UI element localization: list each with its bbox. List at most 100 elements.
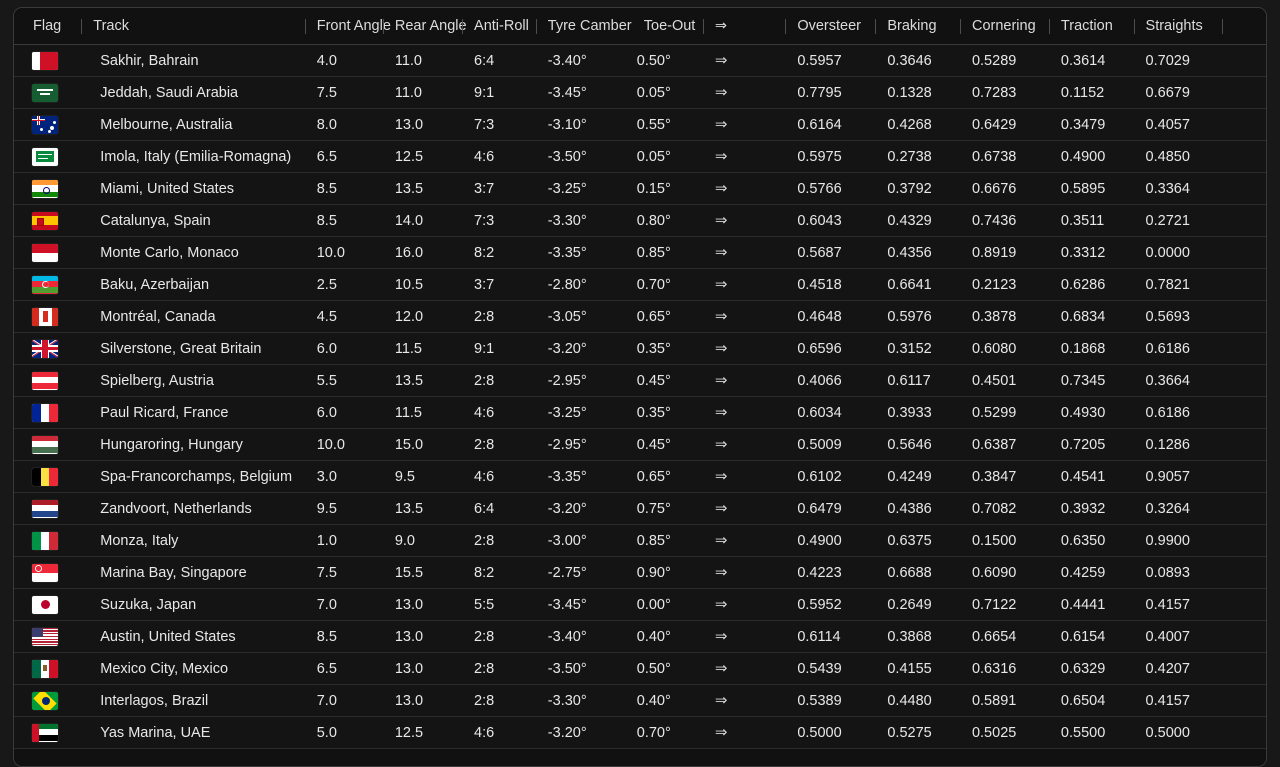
straights-value: 0.4157 (1145, 596, 1190, 613)
column-header-arrow[interactable]: ⇒ (702, 8, 786, 45)
table-row[interactable]: Zandvoort, Netherlands 9.5 13.5 6:4 -3.20° 0.… (14, 492, 1266, 525)
track-name: Interlagos, Brazil (100, 692, 209, 709)
column-header-label: Rear Angle (394, 18, 467, 34)
column-header-cornering[interactable]: Cornering (959, 8, 1049, 45)
cell-track: Paul Ricard, France (81, 396, 305, 429)
toe-value: 0.40° (636, 692, 671, 709)
table-row[interactable]: Baku, Azerbaijan 2.5 10.5 3:7 -2.80° 0.70° ⇒ 0.… (14, 268, 1266, 301)
cell-traction: 0.6329 (1048, 652, 1134, 685)
oversteer-value: 0.6043 (797, 212, 842, 229)
table-row[interactable]: Catalunya, Spain 8.5 14.0 7:3 -3.30° 0.80° ⇒ 0.… (14, 204, 1266, 237)
table-row[interactable]: Yas Marina, UAE 5.0 12.5 4:6 -3.20° 0.70° ⇒ 0.5… (14, 716, 1266, 749)
traction-value: 0.6834 (1060, 308, 1106, 325)
cell-arrow: ⇒ (702, 620, 786, 653)
cell-toe: 0.90° (624, 556, 703, 589)
anti-value: 2:8 (474, 372, 495, 389)
column-header-braking[interactable]: Braking (875, 8, 960, 45)
column-header-track[interactable]: Track (81, 8, 305, 45)
braking-value: 0.4356 (887, 244, 932, 261)
camber-value: -3.25° (547, 404, 587, 421)
cell-rear: 13.0 (382, 684, 463, 717)
table-row[interactable]: Monza, Italy 1.0 9.0 2:8 -3.00° 0.85° ⇒ 0.4900 0… (14, 524, 1266, 557)
table-row[interactable]: Silverstone, Great Britain 6.0 11.5 9:1 -3.2… (14, 332, 1266, 365)
toe-value: 0.65° (636, 308, 671, 325)
table-row[interactable]: Interlagos, Brazil 7.0 13.0 2:8 -3.30° 0.40° ⇒… (14, 684, 1266, 717)
cell-flag (14, 556, 82, 589)
column-header-toe[interactable]: Toe-Out (624, 8, 703, 45)
cell-traction: 0.7205 (1048, 428, 1134, 461)
cell-braking: 0.6641 (875, 268, 960, 301)
cell-oversteer: 0.6034 (785, 396, 876, 429)
camber-value: -3.00° (547, 532, 587, 549)
traction-value: 0.3614 (1060, 52, 1106, 69)
table-row[interactable]: Hungaroring, Hungary 10.0 15.0 2:8 -2.95° 0.4… (14, 428, 1266, 461)
cell-straights: 0.1286 (1133, 428, 1223, 461)
camber-value: -3.40° (547, 628, 587, 645)
rear-value: 11.0 (394, 52, 422, 69)
table-row[interactable]: Montréal, Canada 4.5 12.0 2:8 -3.05° 0.65° ⇒ 0.… (14, 300, 1266, 333)
column-header-traction[interactable]: Traction (1048, 8, 1134, 45)
cell-straights: 0.0893 (1133, 556, 1223, 589)
cell-arrow: ⇒ (702, 588, 786, 621)
column-header-anti[interactable]: Anti-Roll (462, 8, 536, 45)
toe-value: 0.70° (636, 276, 671, 293)
cell-front: 8.5 (304, 204, 383, 237)
double-arrow-right-icon: ⇒ (714, 436, 728, 453)
toe-value: 0.45° (636, 436, 671, 453)
cell-flag (14, 268, 82, 301)
braking-value: 0.5275 (887, 724, 932, 741)
cell-straights: 0.4157 (1133, 684, 1223, 717)
table-row[interactable]: Monte Carlo, Monaco 10.0 16.0 8:2 -3.35° 0.85… (14, 236, 1266, 269)
cell-rear: 9.5 (382, 460, 463, 493)
table-row[interactable]: Jeddah, Saudi Arabia 7.5 11.0 9:1 -3.45° 0.05… (14, 76, 1266, 109)
column-header-label: Traction (1060, 18, 1113, 34)
cell-rear: 16.0 (382, 236, 463, 269)
table-row[interactable]: Miami, United States 8.5 13.5 3:7 -3.25° 0.15… (14, 172, 1266, 205)
straights-value: 0.7029 (1145, 52, 1190, 69)
column-header-flag[interactable]: Flag (14, 8, 82, 45)
column-header-camber[interactable]: Tyre Camber (535, 8, 632, 45)
column-header-straights[interactable]: Straights (1133, 8, 1223, 45)
cell-straights: 0.9900 (1133, 524, 1223, 557)
cell-end-spacer (1222, 76, 1266, 109)
straights-value: 0.4850 (1145, 148, 1190, 165)
cell-front: 1.0 (304, 524, 383, 557)
front-value: 7.5 (316, 564, 337, 581)
column-header-end[interactable] (1222, 8, 1266, 45)
column-header-oversteer[interactable]: Oversteer (785, 8, 876, 45)
table-row[interactable]: Imola, Italy (Emilia-Romagna) 6.5 12.5 4:6 -… (14, 140, 1266, 173)
table-row[interactable]: Spa-Francorchamps, Belgium 3.0 9.5 4:6 -3.35… (14, 460, 1266, 493)
rear-value: 12.5 (394, 724, 424, 741)
table-row[interactable]: Melbourne, Australia 8.0 13.0 7:3 -3.10° 0.55… (14, 108, 1266, 141)
cell-traction: 0.6504 (1048, 684, 1134, 717)
table-row[interactable]: Suzuka, Japan 7.0 13.0 5:5 -3.45° 0.00° ⇒ 0.595… (14, 588, 1266, 621)
camber-value: -3.45° (547, 596, 587, 613)
double-arrow-right-icon: ⇒ (714, 52, 728, 69)
table-row[interactable]: Paul Ricard, France 6.0 11.5 4:6 -3.25° 0.35°… (14, 396, 1266, 429)
oversteer-value: 0.5952 (797, 596, 842, 613)
table-row[interactable]: Marina Bay, Singapore 7.5 15.5 8:2 -2.75° 0.9… (14, 556, 1266, 589)
braking-value: 0.6375 (887, 532, 932, 549)
oversteer-value: 0.6596 (797, 340, 842, 357)
cell-track: Spa-Francorchamps, Belgium (81, 460, 305, 493)
straights-value: 0.6679 (1145, 84, 1190, 101)
table-row[interactable]: Spielberg, Austria 5.5 13.5 2:8 -2.95° 0.45° ⇒… (14, 364, 1266, 397)
double-arrow-right-icon: ⇒ (714, 180, 728, 197)
straights-value: 0.3364 (1145, 180, 1190, 197)
cell-arrow: ⇒ (702, 108, 786, 141)
cell-braking: 0.4249 (875, 460, 960, 493)
table-row[interactable]: Mexico City, Mexico 6.5 13.0 2:8 -3.50° 0.50°… (14, 652, 1266, 685)
cell-traction: 0.6834 (1048, 300, 1134, 333)
cell-toe: 0.05° (624, 76, 703, 109)
cell-anti: 6:4 (462, 492, 536, 525)
cell-straights: 0.4057 (1133, 108, 1223, 141)
column-header-front[interactable]: Front Angle (304, 8, 391, 45)
cell-arrow: ⇒ (702, 236, 786, 269)
table-row[interactable]: Sakhir, Bahrain 4.0 11.0 6:4 -3.40° 0.50° ⇒ 0.5… (14, 44, 1266, 77)
track-name: Mexico City, Mexico (100, 660, 229, 677)
column-header-rear[interactable]: Rear Angle (382, 8, 467, 45)
cell-front: 6.0 (304, 396, 383, 429)
table-row[interactable]: Austin, United States 8.5 13.0 2:8 -3.40° 0.4… (14, 620, 1266, 653)
cell-anti: 7:3 (462, 108, 536, 141)
toe-value: 0.05° (636, 84, 671, 101)
